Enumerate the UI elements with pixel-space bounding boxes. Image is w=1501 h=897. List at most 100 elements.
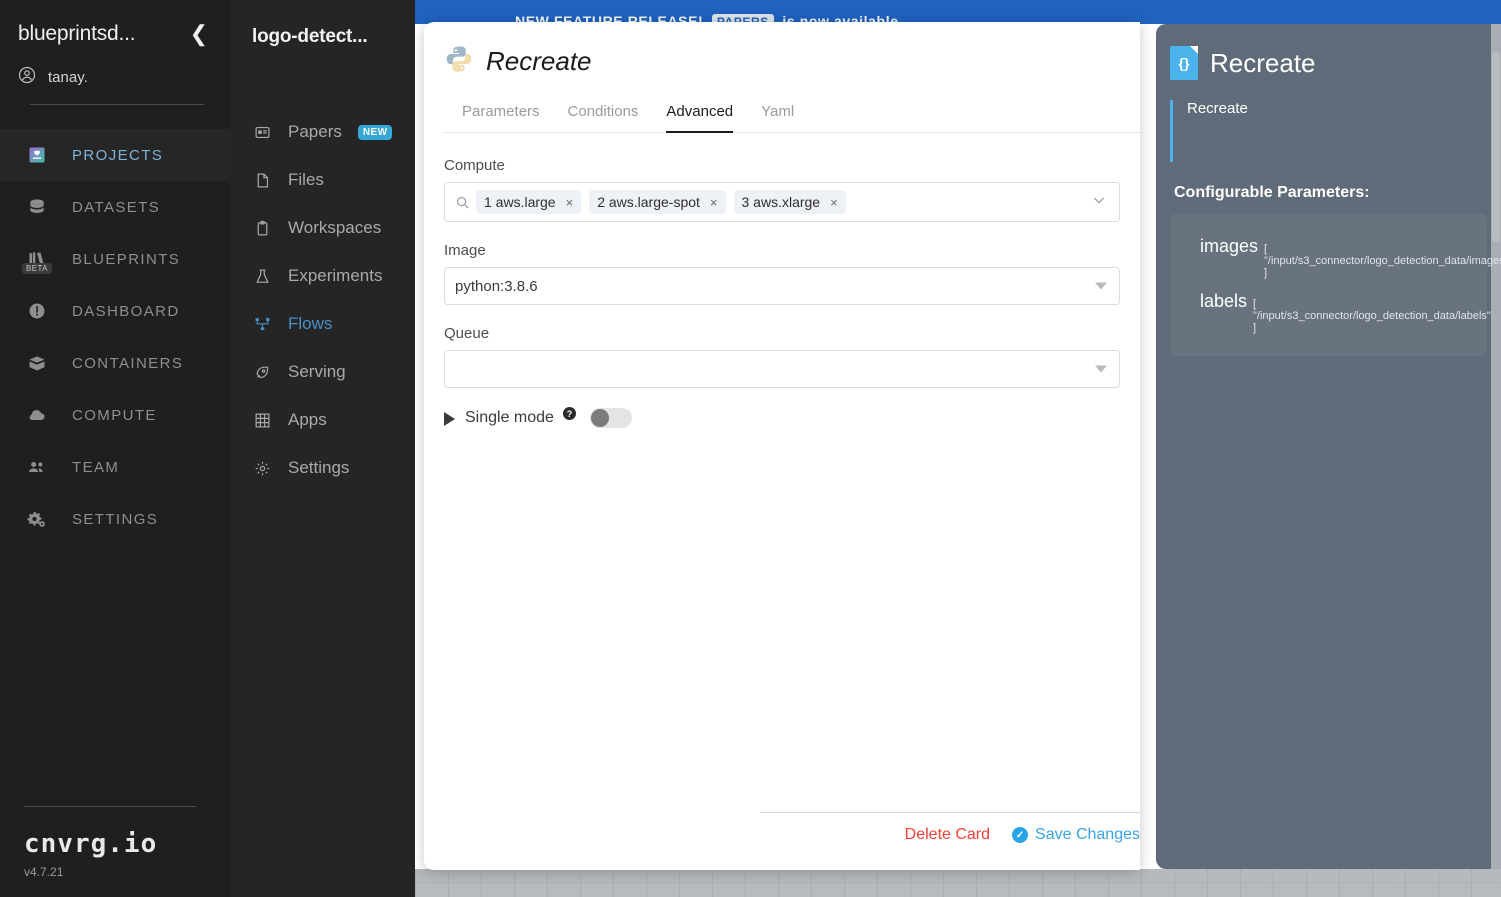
beta-badge: BETA [22, 263, 52, 274]
sidebar-item-dashboard[interactable]: DASHBOARD [0, 285, 230, 337]
subnav-item-serving[interactable]: Serving [230, 348, 415, 396]
help-icon[interactable]: ? [562, 407, 576, 420]
subnav-item-label: Apps [288, 410, 327, 429]
compute-chip[interactable]: 2 aws.large-spot × [589, 190, 726, 214]
panel-title: Recreate [1210, 47, 1316, 78]
check-circle-icon: ✓ [1012, 827, 1029, 843]
subnav-item-flows[interactable]: Flows [230, 300, 415, 348]
compute-chip[interactable]: 1 aws.large × [476, 190, 582, 214]
page-scrollbar-track[interactable] [1491, 24, 1501, 869]
parameter-value: [ "/input/s3_connector/logo_detection_da… [1253, 298, 1491, 334]
rocket-icon [252, 364, 272, 381]
tab-advanced[interactable]: Advanced [652, 95, 747, 133]
footer-actions: Delete Card ✓ Save Changes [905, 826, 1140, 844]
search-icon [455, 195, 470, 210]
caret-down-icon[interactable] [1095, 282, 1107, 290]
save-changes-label: Save Changes [1035, 826, 1140, 843]
containers-icon [24, 353, 50, 373]
sidebar-item-datasets[interactable]: DATASETS [0, 181, 230, 233]
compute-label: Compute [444, 157, 505, 174]
compute-chips: 1 aws.large × 2 aws.large-spot × 3 aws.x… [476, 190, 846, 214]
delete-card-button[interactable]: Delete Card [905, 826, 990, 844]
new-badge: NEW [357, 124, 393, 140]
page-scrollbar-thumb[interactable] [1492, 52, 1500, 242]
compute-chip[interactable]: 3 aws.xlarge × [733, 190, 846, 214]
sidebar-divider [30, 104, 204, 105]
subnav-item-label: Workspaces [288, 218, 382, 237]
subnav-item-files[interactable]: Files [230, 156, 415, 204]
compute-icon [24, 405, 50, 425]
sidebar-item-team[interactable]: TEAM [0, 441, 230, 493]
python-icon [444, 44, 474, 79]
user-avatar-icon [18, 66, 36, 88]
image-select[interactable]: python:3.8.6 [444, 267, 1120, 305]
tab-conditions[interactable]: Conditions [554, 95, 653, 132]
subnav-item-workspaces[interactable]: Workspaces [230, 204, 415, 252]
queue-select[interactable] [444, 350, 1120, 388]
grid-icon [252, 412, 272, 429]
organization-name[interactable]: blueprintsd... [18, 22, 136, 46]
project-name[interactable]: logo-detect... [230, 0, 415, 48]
single-mode-label-group[interactable]: Single mode ? [444, 407, 576, 427]
subnav-item-experiments[interactable]: Experiments [230, 252, 415, 300]
card-settings-modal: Recreate Parameters Conditions Advanced … [424, 22, 1140, 870]
sidebar-item-label: SETTINGS [72, 510, 159, 528]
projects-icon [24, 145, 50, 165]
sidebar-nav: PROJECTS DATASETS BETA BLUEPRINTS DASHBO… [0, 129, 230, 545]
sidebar-item-compute[interactable]: COMPUTE [0, 389, 230, 441]
compute-select[interactable]: 1 aws.large × 2 aws.large-spot × 3 aws.x… [444, 182, 1120, 222]
user-row[interactable]: tanay. [18, 66, 212, 88]
queue-label: Queue [444, 325, 490, 342]
promo-banner[interactable]: NEW FEATURE RELEASE! PAPERS is now avail… [415, 0, 1501, 24]
sidebar-item-projects[interactable]: PROJECTS [0, 129, 230, 181]
gear-icon [252, 460, 272, 477]
parameter-value: [ "/input/s3_connector/logo_detection_da… [1264, 243, 1501, 279]
modal-tabs: Parameters Conditions Advanced Yaml [444, 95, 1140, 133]
file-icon [252, 172, 272, 189]
user-name: tanay. [48, 68, 88, 86]
datasets-icon [24, 197, 50, 217]
compute-field: Compute 1 aws.large × 2 aws.large-spot ×… [444, 157, 1120, 222]
configurable-parameters-title: Configurable Parameters: [1174, 184, 1370, 201]
chevron-down-icon[interactable] [1091, 192, 1107, 212]
sidebar-item-containers[interactable]: CONTAINERS [0, 337, 230, 389]
sidebar-item-blueprints[interactable]: BETA BLUEPRINTS [0, 233, 230, 285]
subnav-item-label: Serving [288, 362, 346, 381]
sidebar-item-settings[interactable]: SETTINGS [0, 493, 230, 545]
tab-yaml[interactable]: Yaml [747, 95, 808, 132]
project-sidebar: logo-detect... Papers NEW Files Workspac… [230, 0, 415, 897]
parameter-row: labels [ "/input/s3_connector/logo_detec… [1182, 285, 1491, 340]
sidebar-item-label: TEAM [72, 458, 120, 476]
blueprint-info-panel: {} Recreate Recreate Configurable Parame… [1156, 24, 1501, 869]
subnav-item-papers[interactable]: Papers NEW [230, 108, 415, 156]
modal-header: Recreate Parameters Conditions Advanced … [424, 22, 1140, 133]
sidebar-header: blueprintsd... ❮ tanay. [0, 0, 230, 105]
configurable-parameters-list: images [ "/input/s3_connector/logo_detec… [1170, 214, 1501, 356]
subnav-item-label: Experiments [288, 266, 383, 285]
papers-icon [252, 124, 272, 141]
modal-footer: Delete Card ✓ Save Changes [424, 812, 1140, 870]
caret-down-icon[interactable] [1095, 365, 1107, 373]
tab-parameters[interactable]: Parameters [444, 95, 554, 132]
app-version: v4.7.21 [24, 865, 64, 879]
parameter-row: images [ "/input/s3_connector/logo_detec… [1182, 230, 1501, 285]
subnav-item-apps[interactable]: Apps [230, 396, 415, 444]
panel-header: {} Recreate [1156, 46, 1501, 80]
json-icon-glyph: {} [1178, 55, 1190, 71]
chip-remove-icon[interactable]: × [566, 195, 574, 210]
chevron-left-icon[interactable]: ❮ [186, 23, 212, 45]
sidebar-item-label: BLUEPRINTS [72, 250, 181, 268]
sidebar-footer: cnvrg.io v4.7.21 [24, 806, 206, 879]
chip-label: 1 aws.large [484, 194, 556, 210]
expand-triangle-icon[interactable] [444, 412, 455, 426]
single-mode-toggle[interactable] [589, 408, 632, 428]
clipboard-icon [252, 220, 272, 237]
subnav-item-label: Settings [288, 458, 350, 477]
chip-remove-icon[interactable]: × [710, 195, 718, 210]
chip-label: 3 aws.xlarge [741, 194, 821, 210]
subnav-item-settings[interactable]: Settings [230, 444, 415, 492]
save-changes-button[interactable]: ✓ Save Changes [1012, 826, 1140, 844]
chip-remove-icon[interactable]: × [830, 195, 838, 210]
image-field: Image python:3.8.6 [444, 242, 1120, 305]
toggle-knob [590, 409, 609, 427]
